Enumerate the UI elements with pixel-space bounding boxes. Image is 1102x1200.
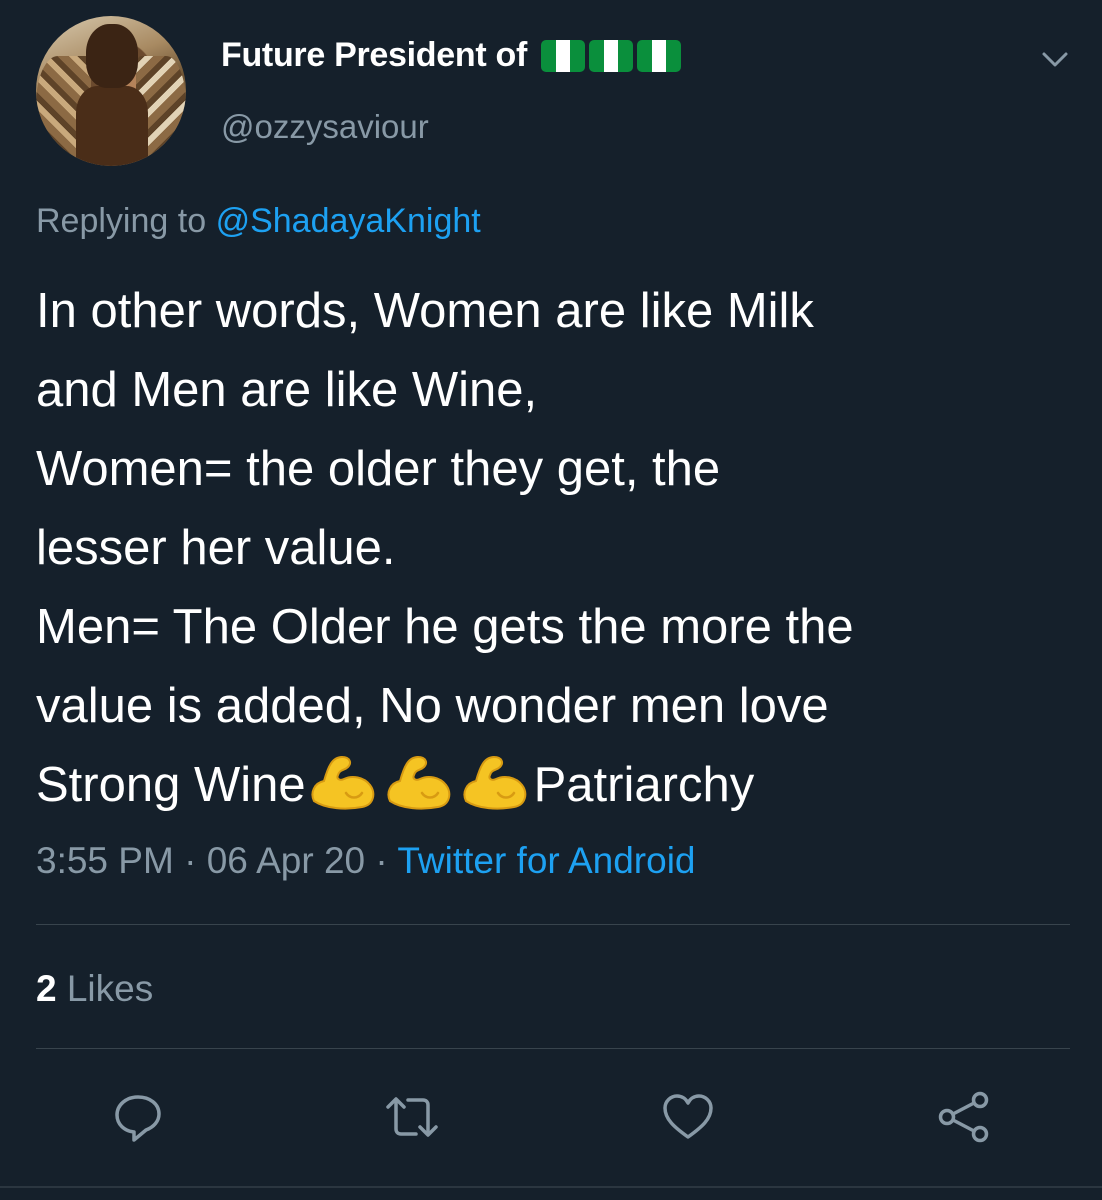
tweet-text-line: Men= The Older he gets the more the — [36, 600, 854, 654]
likes-number: 2 — [36, 968, 57, 1009]
flexed-biceps-icon — [311, 755, 374, 810]
divider — [36, 1048, 1070, 1049]
tweet-text-fragment: Patriarchy — [533, 758, 755, 812]
tweet-date: 06 Apr 20 — [206, 840, 366, 881]
retweet-icon[interactable] — [384, 1089, 440, 1145]
avatar[interactable] — [36, 16, 186, 166]
display-name[interactable]: Future President of — [221, 36, 527, 75]
nigeria-flag-icon — [637, 39, 681, 72]
replying-prefix: Replying to — [36, 202, 207, 240]
bottom-divider — [0, 1186, 1102, 1188]
meta-separator: · — [365, 840, 398, 881]
tweet-text-line-last: Strong Wine Patriarchy — [36, 746, 1076, 825]
likes-label: Likes — [66, 968, 154, 1009]
tweet-text-line: In other words, Women are like Milk — [36, 284, 814, 338]
tweet-text-fragment: Strong Wine — [36, 758, 306, 812]
divider — [36, 924, 1070, 925]
author-name-row[interactable]: Future President of — [221, 36, 681, 75]
heart-icon[interactable] — [660, 1089, 716, 1145]
likes-count[interactable]: 2 Likes — [36, 968, 153, 1010]
tweet-text-line: lesser her value. — [36, 521, 396, 575]
tweet-text-line: value is added, No wonder men love — [36, 679, 829, 733]
tweet-meta: 3:55 PM · 06 Apr 20 · Twitter for Androi… — [36, 840, 696, 882]
tweet-time: 3:55 PM — [36, 840, 174, 881]
meta-separator: · — [173, 840, 207, 881]
tweet-text-line: Women= the older they get, the — [36, 442, 721, 496]
nigeria-flag-icon — [541, 39, 585, 72]
flexed-biceps-icon — [387, 755, 450, 810]
avatar-torso — [76, 86, 148, 166]
user-handle[interactable]: @ozzysaviour — [221, 108, 429, 146]
avatar-face — [86, 24, 138, 88]
tweet-source-link[interactable]: Twitter for Android — [397, 840, 695, 881]
replying-to: Replying to @ShadayaKnight — [36, 202, 481, 241]
replying-mention-link[interactable]: @ShadayaKnight — [216, 202, 481, 240]
reply-icon[interactable] — [110, 1089, 166, 1145]
tweet-text-line: and Men are like Wine, — [36, 363, 538, 417]
tweet-text: In other words, Women are like Milk and … — [36, 272, 1076, 825]
chevron-down-icon[interactable] — [1040, 44, 1070, 74]
flag-emoji-group — [541, 39, 681, 72]
nigeria-flag-icon — [589, 39, 633, 72]
share-icon[interactable] — [936, 1089, 992, 1145]
flexed-biceps-icon — [463, 755, 526, 810]
